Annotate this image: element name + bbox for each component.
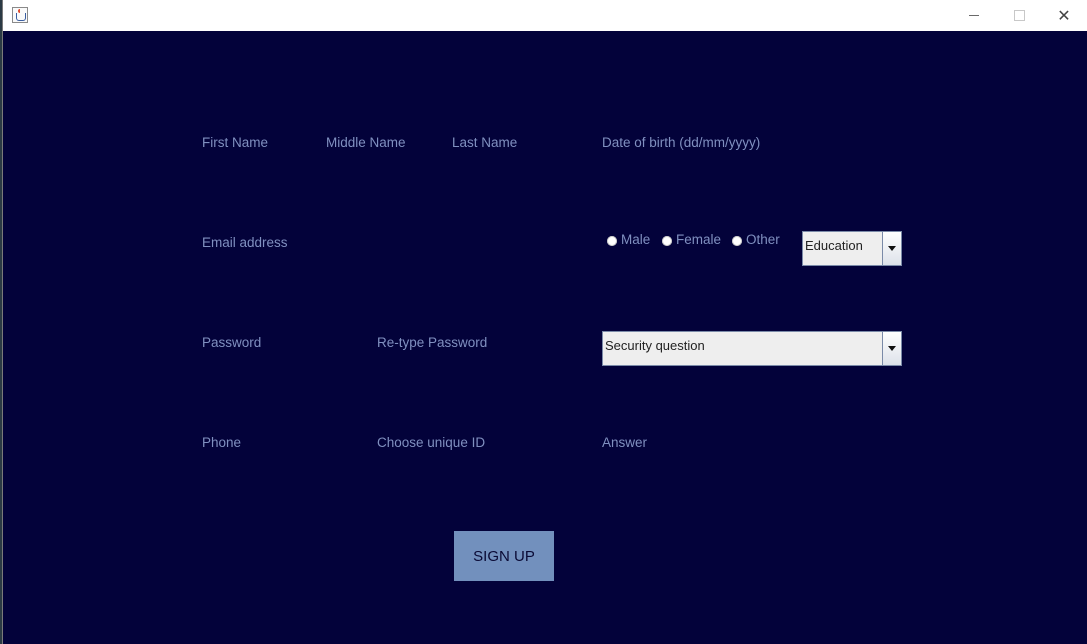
middle-name-label: Middle Name — [326, 135, 406, 150]
first-name-label: First Name — [202, 135, 269, 150]
chevron-down-icon[interactable] — [882, 332, 901, 365]
last-name-label: Last Name — [452, 135, 518, 150]
gender-label-male: Male — [621, 232, 651, 247]
radio-button-icon[interactable] — [607, 235, 617, 246]
answer-label: Answer — [602, 435, 648, 450]
dob-label: Date of birth (dd/mm/yyyy) — [602, 135, 761, 150]
radio-button-icon[interactable] — [732, 235, 742, 246]
maximize-button[interactable] — [997, 0, 1041, 31]
gender-label-other: Other — [746, 232, 780, 247]
password-label: Password — [202, 335, 262, 350]
maximize-icon — [1013, 10, 1025, 21]
gender-radio-other[interactable]: Other — [732, 232, 780, 247]
minimize-button[interactable] — [952, 0, 996, 31]
phone-label: Phone — [202, 435, 242, 450]
minimize-icon — [969, 15, 979, 16]
education-select[interactable]: Education — [802, 231, 902, 266]
unique-id-label: Choose unique ID — [377, 435, 486, 450]
close-button[interactable]: ✕ — [1042, 0, 1086, 31]
retype-password-label: Re-type Password — [377, 335, 488, 350]
radio-button-icon[interactable] — [662, 235, 672, 246]
app-window: ✕ First Name Middle Name Last Name Date … — [2, 0, 1087, 644]
security-question-select[interactable]: Security question — [602, 331, 902, 366]
gender-radio-male[interactable]: Male — [607, 232, 650, 247]
close-icon: ✕ — [1057, 6, 1071, 25]
email-label: Email address — [202, 235, 288, 250]
sign-up-button[interactable]: SIGN UP — [454, 531, 554, 581]
security-question-value: Security question — [605, 338, 705, 353]
chevron-down-icon[interactable] — [882, 232, 901, 265]
title-bar: ✕ — [3, 0, 1087, 31]
education-select-value: Education — [805, 238, 863, 253]
java-app-icon — [12, 7, 28, 23]
gender-label-female: Female — [676, 232, 722, 247]
gender-radio-female[interactable]: Female — [662, 232, 721, 247]
